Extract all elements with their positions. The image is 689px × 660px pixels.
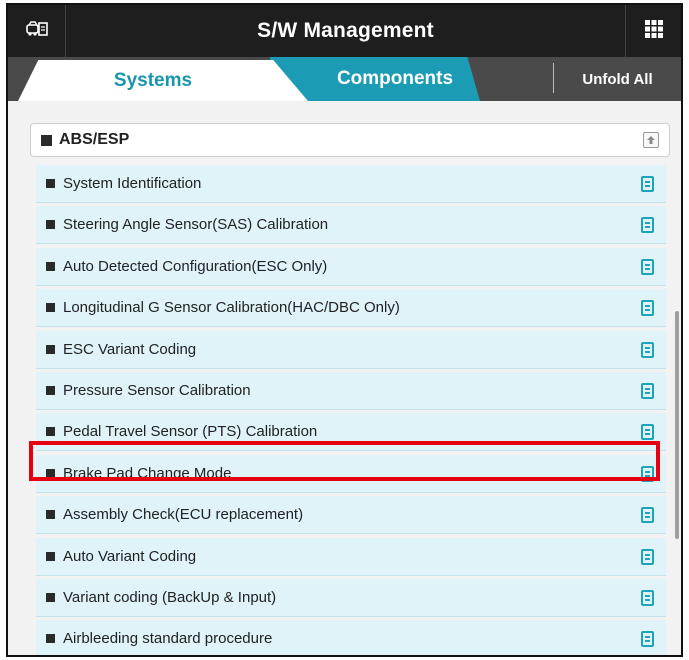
- vertical-scrollbar[interactable]: [675, 311, 679, 539]
- function-list: System Identification Steering Angle Sen…: [36, 165, 666, 655]
- list-item-label: Brake Pad Change Mode: [63, 464, 232, 482]
- bullet-square-icon: [46, 385, 55, 395]
- bullet-square-icon: [46, 592, 55, 602]
- bullet-square-icon: [41, 134, 52, 146]
- app-frame: S/W Management Components Systems Unfold…: [6, 3, 683, 657]
- bullet-square-icon: [46, 510, 55, 520]
- document-icon[interactable]: [641, 465, 654, 482]
- grid-menu-button[interactable]: [625, 5, 681, 57]
- list-item-label: Auto Detected Configuration(ESC Only): [63, 257, 328, 275]
- list-item-label: ESC Variant Coding: [63, 340, 197, 358]
- page-title: S/W Management: [257, 19, 434, 42]
- document-icon[interactable]: [641, 258, 654, 275]
- document-icon[interactable]: [641, 341, 654, 358]
- list-item-label: Assembly Check(ECU replacement): [63, 506, 304, 524]
- document-icon[interactable]: [641, 631, 654, 648]
- list-item[interactable]: Variant coding (BackUp & Input): [36, 578, 666, 617]
- list-item[interactable]: System Identification: [36, 165, 666, 203]
- list-item[interactable]: Auto Detected Configuration(ESC Only): [36, 247, 666, 286]
- document-icon[interactable]: [641, 176, 654, 192]
- document-icon[interactable]: [641, 548, 654, 565]
- tab-systems[interactable]: Systems: [18, 60, 308, 101]
- list-item[interactable]: Steering Angle Sensor(SAS) Calibration: [36, 206, 666, 245]
- list-item[interactable]: ESC Variant Coding: [36, 330, 666, 369]
- bullet-square-icon: [46, 220, 55, 230]
- content-area: ABS/ESP System Identification Steering A…: [8, 101, 681, 655]
- list-item[interactable]: Pressure Sensor Calibration: [36, 371, 666, 410]
- document-icon[interactable]: [641, 217, 654, 234]
- list-item-label: Longitudinal G Sensor Calibration(HAC/DB…: [63, 299, 400, 317]
- list-item-brake-pad-change-mode[interactable]: Brake Pad Change Mode: [36, 454, 666, 493]
- list-item-label: Auto Variant Coding: [63, 547, 197, 565]
- document-icon[interactable]: [641, 589, 654, 606]
- vehicle-doc-icon: [25, 20, 48, 42]
- list-item-label: System Identification: [63, 175, 202, 192]
- list-item-label: Variant coding (BackUp & Input): [63, 588, 277, 606]
- tab-bar: Components Systems Unfold All: [8, 57, 681, 101]
- bullet-square-icon: [46, 261, 55, 271]
- list-item[interactable]: Assembly Check(ECU replacement): [36, 496, 666, 535]
- list-item-label: Airbleeding standard procedure: [63, 630, 273, 648]
- collapse-up-icon[interactable]: [643, 132, 659, 148]
- list-item[interactable]: Auto Variant Coding: [36, 537, 666, 576]
- list-item-label: Pedal Travel Sensor (PTS) Calibration: [63, 423, 318, 441]
- bullet-square-icon: [46, 179, 55, 188]
- document-icon[interactable]: [641, 382, 654, 399]
- grid-menu-icon: [644, 19, 663, 43]
- vehicle-doc-button[interactable]: [8, 5, 66, 57]
- bullet-square-icon: [46, 634, 55, 644]
- bullet-square-icon: [46, 303, 55, 313]
- list-item[interactable]: Pedal Travel Sensor (PTS) Calibration: [36, 413, 666, 452]
- document-icon[interactable]: [641, 424, 654, 441]
- bullet-square-icon: [46, 344, 55, 354]
- group-label: ABS/ESP: [59, 131, 130, 148]
- document-icon[interactable]: [641, 507, 654, 524]
- bullet-square-icon: [46, 551, 55, 561]
- unfold-all-button[interactable]: Unfold All: [554, 57, 681, 101]
- group-header-abs-esp[interactable]: ABS/ESP: [30, 123, 670, 157]
- document-icon[interactable]: [641, 300, 654, 317]
- list-item[interactable]: Longitudinal G Sensor Calibration(HAC/DB…: [36, 289, 666, 328]
- list-item-label: Steering Angle Sensor(SAS) Calibration: [63, 216, 329, 234]
- list-item-label: Pressure Sensor Calibration: [63, 381, 251, 399]
- app-header: S/W Management: [8, 5, 681, 57]
- bullet-square-icon: [46, 468, 55, 478]
- bullet-square-icon: [46, 427, 55, 437]
- list-item[interactable]: Airbleeding standard procedure: [36, 620, 666, 655]
